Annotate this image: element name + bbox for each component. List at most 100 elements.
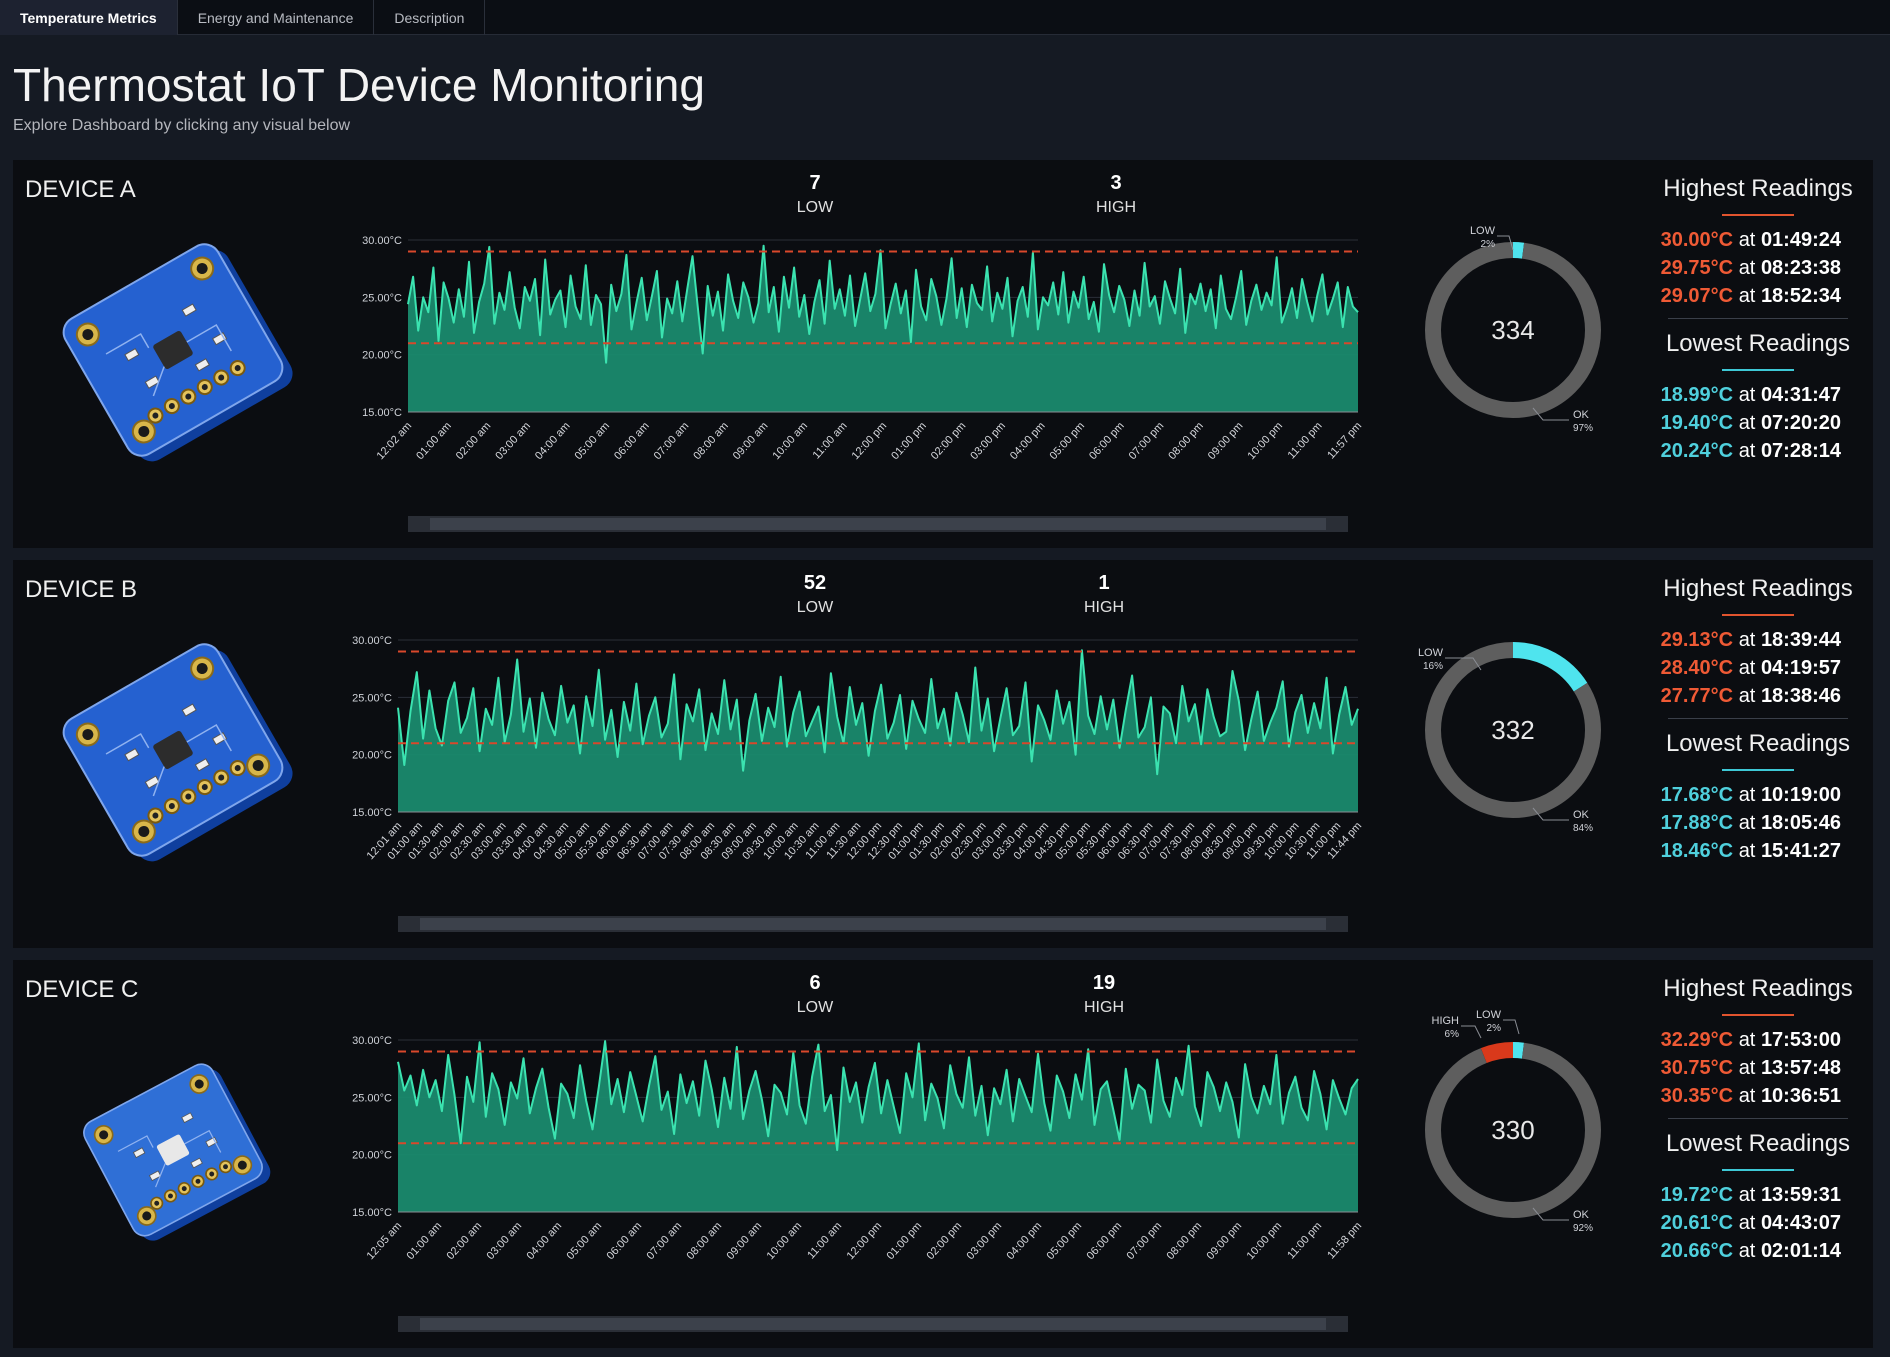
chart-scrollbar[interactable] <box>398 1316 1348 1332</box>
lowest-divider <box>1722 369 1794 371</box>
series-area <box>398 650 1358 812</box>
device-panel-3[interactable]: DEVICE C 6 LOW 19 HIGH 30.00°C 25.00°C 20.… <box>13 960 1873 1348</box>
chart-scrollbar[interactable] <box>408 516 1348 532</box>
reading-at: at <box>1738 1212 1756 1234</box>
reading-value: 29.75°C <box>1660 257 1734 279</box>
y-tick-label: 25.00°C <box>352 1092 392 1104</box>
tab-description[interactable]: Description <box>374 0 486 35</box>
low-count-label: LOW <box>796 599 834 616</box>
reading-value: 19.72°C <box>1660 1184 1734 1206</box>
lowest-readings-heading: Lowest Readings <box>1665 730 1851 757</box>
lowest-reading-row: 20.24°C at 07:28:14 <box>1653 437 1863 465</box>
status-donut-chart[interactable]: 334 LOW 2% OK 97% <box>1383 200 1643 460</box>
x-tick-label: 06:00 pm <box>1087 420 1127 462</box>
reading-value: 27.77°C <box>1660 685 1734 707</box>
x-tick-label: 01:00 pm <box>889 420 929 462</box>
reading-at: at <box>1738 229 1756 251</box>
x-tick-label: 01:00 am <box>414 420 454 462</box>
reading-value: 18.99°C <box>1660 384 1734 406</box>
x-tick-label: 03:00 pm <box>965 1220 1005 1262</box>
y-tick-label: 20.00°C <box>352 1150 392 1162</box>
reading-time: 18:38:46 <box>1760 685 1841 707</box>
chart-scrollbar-thumb[interactable] <box>430 518 1326 530</box>
sensor-board-image <box>33 632 313 862</box>
chart-scrollbar[interactable] <box>398 916 1348 932</box>
reading-time: 13:57:48 <box>1760 1057 1841 1079</box>
x-tick-label: 02:00 pm <box>929 420 969 462</box>
highest-divider <box>1722 614 1794 616</box>
high-count-value: 19 <box>1092 972 1116 994</box>
x-tick-label: 05:00 am <box>573 420 613 462</box>
highest-reading-row: 32.29°C at 17:53:00 <box>1653 1026 1863 1054</box>
device-name: DEVICE A <box>25 176 136 203</box>
x-tick-label: 08:00 am <box>691 420 731 462</box>
lowest-divider <box>1722 1169 1794 1171</box>
x-tick-label: 08:00 pm <box>1165 1220 1205 1262</box>
reading-at: at <box>1738 440 1756 462</box>
reading-value: 20.24°C <box>1660 440 1734 462</box>
x-tick-label: 11:00 am <box>811 420 850 462</box>
reading-time: 04:43:07 <box>1760 1212 1841 1234</box>
readings-summary: Highest Readings 30.00°C at 01:49:24 29.7… <box>1653 170 1863 465</box>
y-tick-label: 30.00°C <box>352 1035 392 1047</box>
x-tick-label: 09:00 am <box>731 420 771 462</box>
highest-reading-row: 30.00°C at 01:49:24 <box>1653 226 1863 254</box>
reading-value: 32.29°C <box>1660 1029 1734 1051</box>
x-tick-label: 06:00 pm <box>1085 1220 1125 1262</box>
x-tick-label: 12:00 pm <box>850 420 890 462</box>
chart-scrollbar-thumb[interactable] <box>420 1318 1326 1330</box>
device-panel-2[interactable]: DEVICE B 52 LOW 1 HIGH 30.00°C 25.00°C 20.… <box>13 560 1873 948</box>
x-tick-label: 11:00 pm <box>1285 1220 1324 1262</box>
tab-energy-and-maintenance[interactable]: Energy and Maintenance <box>178 0 375 35</box>
chart-scrollbar-thumb[interactable] <box>420 918 1326 930</box>
reading-time: 18:39:44 <box>1760 629 1841 651</box>
low-count-kpi[interactable]: 7 LOW <box>755 172 875 217</box>
temperature-area-chart[interactable]: 30.00°C25.00°C20.00°C15.00°C12:02 am 01:0… <box>333 220 1373 540</box>
x-tick-label: 11:00 pm <box>1286 420 1325 462</box>
x-tick-label: 03:00 am <box>485 1220 525 1262</box>
donut-total: 334 <box>1491 315 1534 345</box>
status-donut-chart[interactable]: 332 LOW 16% OK 84% <box>1383 600 1643 860</box>
donut-total: 332 <box>1491 715 1534 745</box>
high-count-kpi[interactable]: 1 HIGH <box>1044 572 1164 617</box>
low-count-value: 6 <box>809 972 821 994</box>
low-count-kpi[interactable]: 6 LOW <box>755 972 875 1017</box>
x-tick-label: 08:00 pm <box>1166 420 1206 462</box>
tab-temperature-metrics[interactable]: Temperature Metrics <box>0 0 178 35</box>
lowest-readings-list: 17.68°C at 10:19:00 17.88°C at 18:05:46 18… <box>1653 781 1863 865</box>
y-tick-label: 15.00°C <box>352 807 392 819</box>
page-subtitle: Explore Dashboard by clicking any visual… <box>13 117 351 134</box>
readings-separator <box>1668 718 1848 719</box>
x-tick-label: 07:00 pm <box>1127 420 1167 462</box>
x-tick-label: 04:00 pm <box>1005 1220 1045 1262</box>
donut-pct: 97% <box>1573 423 1593 434</box>
x-tick-label: 09:00 pm <box>1205 1220 1245 1262</box>
lowest-reading-row: 18.99°C at 04:31:47 <box>1653 381 1863 409</box>
reading-value: 29.07°C <box>1660 285 1734 307</box>
highest-reading-row: 29.13°C at 18:39:44 <box>1653 626 1863 654</box>
reading-value: 30.75°C <box>1660 1057 1734 1079</box>
reading-at: at <box>1738 657 1756 679</box>
low-count-kpi[interactable]: 52 LOW <box>755 572 875 617</box>
highest-readings-list: 29.13°C at 18:39:44 28.40°C at 04:19:57 27… <box>1653 626 1863 710</box>
high-count-kpi[interactable]: 19 HIGH <box>1044 972 1164 1017</box>
donut-label: LOW <box>1470 225 1496 237</box>
readings-separator <box>1668 1118 1848 1119</box>
lowest-reading-row: 18.46°C at 15:41:27 <box>1653 837 1863 865</box>
high-count-value: 3 <box>1110 172 1122 194</box>
temperature-area-chart[interactable]: 30.00°C25.00°C20.00°C15.00°C12:01 am01:0… <box>333 620 1373 940</box>
tab-bar: Temperature Metrics Energy and Maintenan… <box>0 0 1890 35</box>
y-tick-label: 25.00°C <box>362 292 402 304</box>
reading-time: 07:28:14 <box>1760 440 1841 462</box>
page-title: Thermostat IoT Device Monitoring <box>13 59 705 111</box>
reading-at: at <box>1738 685 1756 707</box>
reading-time: 04:19:57 <box>1760 657 1841 679</box>
high-count-kpi[interactable]: 3 HIGH <box>1056 172 1176 217</box>
reading-at: at <box>1738 257 1756 279</box>
x-tick-label: 02:00 am <box>445 1220 485 1262</box>
x-tick-label: 10:00 am <box>770 420 810 462</box>
status-donut-chart[interactable]: 330 LOW 2% HIGH 6% OK 92% <box>1383 1000 1643 1260</box>
temperature-area-chart[interactable]: 30.00°C25.00°C20.00°C15.00°C12:05 am 01:0… <box>333 1020 1373 1340</box>
device-panel-1[interactable]: DEVICE A 7 LOW 3 HIGH 30.00°C 25.00°C 20.0… <box>13 160 1873 548</box>
y-tick-label: 20.00°C <box>352 750 392 762</box>
